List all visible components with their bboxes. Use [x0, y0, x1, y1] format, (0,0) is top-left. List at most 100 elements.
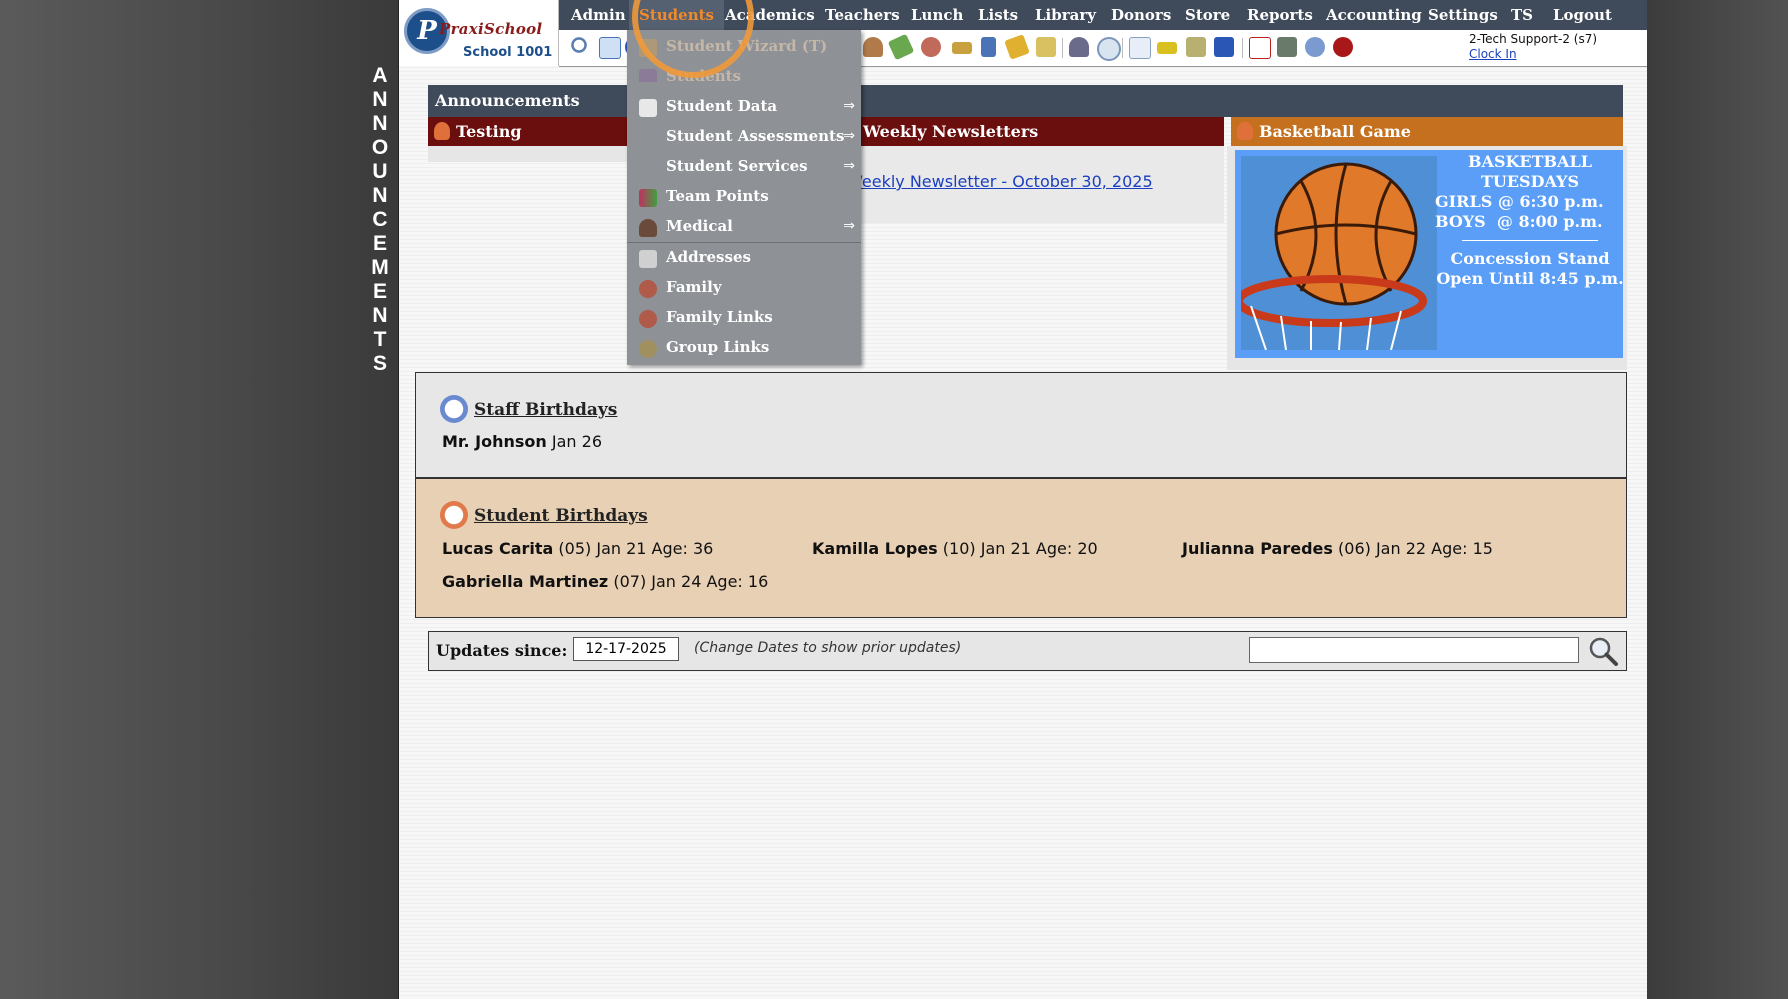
right-background — [1646, 0, 1788, 999]
lunch-icon[interactable] — [952, 42, 972, 54]
nav-donors[interactable]: Donors — [1111, 0, 1171, 30]
banner-letter: A — [372, 64, 388, 87]
cake-icon — [440, 395, 468, 423]
nav-lunch[interactable]: Lunch — [911, 0, 963, 30]
menu-item-label: Medical — [666, 217, 733, 235]
staff-birthday-entry: Mr. Johnson Jan 26 — [442, 432, 602, 451]
announcement-card-basketball[interactable]: Basketball Game — [1231, 117, 1623, 146]
nav-lists[interactable]: Lists — [978, 0, 1018, 30]
staff-birthdays-title: Staff Birthdays — [474, 400, 618, 420]
student-name: Julianna Paredes — [1182, 539, 1333, 558]
menu-item-group-links[interactable]: Group Links — [627, 333, 861, 363]
student-birthday-detail: (07) Jan 24 Age: 16 — [613, 572, 769, 591]
menu-item-label: Student Wizard (T) — [666, 37, 828, 55]
flyer-line: Concession Stand — [1450, 249, 1610, 268]
book-icon[interactable] — [981, 37, 996, 57]
menu-item-label: Team Points — [666, 187, 769, 205]
money-icon[interactable] — [887, 33, 915, 61]
nav-admin[interactable]: Admin — [571, 0, 626, 30]
ap-icon[interactable] — [1214, 37, 1234, 57]
left-background — [0, 0, 398, 999]
staff-icon[interactable] — [863, 37, 883, 57]
card-title: Testing — [456, 122, 522, 141]
submenu-arrow-icon: ⇒ — [843, 158, 855, 174]
nav-ts[interactable]: TS — [1511, 0, 1533, 30]
updates-date-input[interactable] — [573, 637, 679, 661]
menu-item-team-points[interactable]: Team Points — [627, 182, 861, 212]
menu-item-student-wizard[interactable]: Student Wizard (T) — [627, 32, 861, 62]
menu-item-label: Addresses — [666, 248, 751, 266]
announcements-header: Announcements — [428, 85, 1623, 117]
menu-item-student-data[interactable]: Student Data ⇒ — [627, 92, 861, 122]
calendar-grid-icon[interactable] — [599, 37, 621, 59]
group-icon[interactable] — [921, 37, 941, 57]
student-birthdays-title: Student Birthdays — [474, 506, 648, 526]
nav-settings[interactable]: Settings — [1428, 0, 1498, 30]
nav-students[interactable]: Students — [629, 0, 724, 30]
nav-reports[interactable]: Reports — [1247, 0, 1313, 30]
updates-bar: Updates since: (Change Dates to show pri… — [428, 631, 1627, 671]
flyer-divider — [1462, 240, 1598, 241]
toolbar-separator — [1062, 38, 1063, 58]
nav-store[interactable]: Store — [1185, 0, 1230, 30]
menu-item-family-links[interactable]: Family Links — [627, 303, 861, 333]
table-icon[interactable] — [1129, 37, 1151, 59]
staff-birthdays-section: Staff Birthdays Mr. Johnson Jan 26 — [415, 372, 1627, 478]
group-links-icon — [639, 340, 657, 358]
search-button[interactable] — [1587, 636, 1619, 666]
cake-icon — [440, 501, 468, 529]
announcements-vertical-banner: ANNOUNCEMENTS — [368, 64, 392, 376]
announcements-title: Announcements — [435, 91, 580, 110]
menu-item-addresses[interactable]: Addresses — [627, 243, 861, 273]
pdf-icon[interactable] — [1249, 37, 1271, 59]
family-icon — [639, 280, 657, 298]
staff-birthdays-link[interactable]: Staff Birthdays — [440, 395, 617, 423]
menu-item-label: Group Links — [666, 338, 770, 356]
student-birthdays-section: Student Birthdays Lucas Carita (05) Jan … — [415, 478, 1627, 618]
newsletter-link[interactable]: Weekly Newsletter - October 30, 2025 — [847, 172, 1153, 191]
person-icon[interactable] — [1069, 37, 1089, 57]
banner-letter: E — [372, 232, 387, 255]
announcement-icon — [434, 122, 450, 140]
team-points-icon — [639, 189, 657, 207]
nav-library[interactable]: Library — [1035, 0, 1096, 30]
clock-in-link[interactable]: Clock In — [1469, 47, 1597, 62]
search-icon[interactable] — [571, 37, 591, 57]
banner-letter: N — [372, 304, 388, 327]
staff-birthday-detail: Jan 26 — [551, 432, 603, 451]
submenu-arrow-icon: ⇒ — [843, 128, 855, 144]
clock-icon[interactable] — [1097, 37, 1121, 61]
nav-academics[interactable]: Academics — [725, 0, 815, 30]
menu-item-student-assessments[interactable]: Student Assessments ⇒ — [627, 122, 861, 152]
nav-logout[interactable]: Logout — [1553, 0, 1612, 30]
logo-brand: PraxiSchool — [439, 20, 543, 38]
menu-item-label: Student Assessments — [666, 127, 845, 145]
submenu-arrow-icon: ⇒ — [843, 98, 855, 114]
praxischool-logo[interactable]: P PraxiSchool School 1001 — [399, 0, 560, 66]
help-icon[interactable] — [1305, 37, 1325, 57]
updates-label: Updates since: — [436, 641, 568, 660]
database-icon — [639, 99, 657, 117]
print-icon[interactable] — [1186, 37, 1206, 57]
banner-letter: O — [371, 136, 389, 159]
archive-icon[interactable] — [1277, 37, 1297, 57]
menu-item-label: Family — [666, 278, 722, 296]
menu-item-students[interactable]: Students — [627, 62, 861, 82]
forward-icon[interactable] — [1036, 37, 1056, 57]
bell-icon[interactable] — [1004, 34, 1030, 60]
menu-item-family[interactable]: Family — [627, 273, 861, 303]
user-info: 2-Tech Support-2 (s7) Clock In — [1469, 32, 1597, 62]
announcement-card-newsletters[interactable]: Weekly Newsletters — [835, 117, 1224, 146]
flyer-line: Open Until 8:45 p.m. — [1436, 269, 1624, 288]
toolbar-separator — [1242, 38, 1243, 58]
banner-letter: N — [372, 88, 388, 111]
banner-letter: N — [372, 112, 388, 135]
card-icon[interactable] — [1157, 42, 1177, 54]
menu-item-medical[interactable]: Medical ⇒ — [627, 212, 861, 242]
power-icon[interactable] — [1333, 37, 1353, 57]
menu-item-student-services[interactable]: Student Services ⇒ — [627, 152, 861, 182]
search-input[interactable] — [1249, 637, 1579, 663]
nav-teachers[interactable]: Teachers — [825, 0, 900, 30]
student-birthdays-link[interactable]: Student Birthdays — [440, 501, 648, 529]
nav-accounting[interactable]: Accounting — [1326, 0, 1422, 30]
